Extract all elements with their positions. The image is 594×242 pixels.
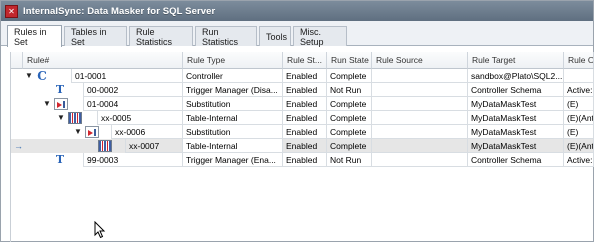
cell-run-state: Complete bbox=[327, 125, 372, 139]
cell-rule-number: xx-0005 bbox=[97, 111, 183, 125]
tab-rule-statistics[interactable]: Rule Statistics bbox=[129, 26, 193, 47]
table-row[interactable]: ▼ xx-0006 Substitution Enabled Complete … bbox=[11, 125, 594, 139]
cell-rule-number: 00-0002 bbox=[83, 83, 183, 97]
table-row[interactable]: T 99-0003 Trigger Manager (Ena... Enable… bbox=[11, 153, 594, 167]
cell-run-state: Complete bbox=[327, 69, 372, 83]
substitution-icon bbox=[54, 98, 68, 110]
cell-rule-number: xx-0006 bbox=[111, 125, 183, 139]
cell-rule-type: Substitution bbox=[183, 125, 283, 139]
cell-rule-target: MyDataMaskTest bbox=[468, 97, 564, 111]
cell-rule-target: MyDataMaskTest bbox=[468, 139, 564, 153]
cell-rule-status: Enabled bbox=[283, 97, 327, 111]
cell-run-state: Not Run bbox=[327, 153, 372, 167]
trigger-manager-icon: T bbox=[55, 153, 65, 166]
cell-rule-source bbox=[372, 69, 468, 83]
cell-rule-type: Table-Internal bbox=[183, 111, 283, 125]
cell-rule-target: Controller Schema bbox=[468, 153, 564, 167]
title-bar: ✕ InternalSync: Data Masker for SQL Serv… bbox=[1, 1, 593, 21]
cell-rule-target: MyDataMaskTest bbox=[468, 111, 564, 125]
cell-rule-source bbox=[372, 83, 468, 97]
cell-run-state: Complete bbox=[327, 111, 372, 125]
expand-collapse-icon[interactable]: ▼ bbox=[74, 125, 82, 139]
tab-rules-in-set[interactable]: Rules in Set bbox=[7, 25, 62, 47]
controller-icon: C bbox=[37, 69, 47, 83]
cell-rule-status: Enabled bbox=[283, 139, 327, 153]
rules-grid[interactable]: Rule# Rule Type Rule St... Run State Rul… bbox=[10, 52, 594, 242]
cell-rule-status: Enabled bbox=[283, 83, 327, 97]
app-icon: ✕ bbox=[5, 4, 18, 18]
table-internal-icon bbox=[98, 140, 112, 152]
cell-rule-source bbox=[372, 111, 468, 125]
cell-rule-target: Controller Schema bbox=[468, 83, 564, 97]
tab-label: Rules in Set bbox=[14, 26, 47, 47]
cell-rule-source bbox=[372, 125, 468, 139]
substitution-icon bbox=[85, 126, 99, 138]
header-gutter bbox=[11, 52, 23, 69]
cell-rule-source bbox=[372, 97, 468, 111]
cell-rule-status: Enabled bbox=[283, 125, 327, 139]
cell-rule-status: Enabled bbox=[283, 153, 327, 167]
cell-rule-type: Trigger Manager (Ena... bbox=[183, 153, 283, 167]
cell-rule-op: Active: bbox=[564, 153, 594, 167]
col-header-rule-source[interactable]: Rule Source bbox=[372, 52, 468, 69]
main-window: ✕ InternalSync: Data Masker for SQL Serv… bbox=[0, 0, 594, 242]
cell-rule-type: Trigger Manager (Disa... bbox=[183, 83, 283, 97]
cell-rule-target: sandbox@Plato\SQL2... bbox=[468, 69, 564, 83]
cell-run-state: Not Run bbox=[327, 83, 372, 97]
tab-run-statistics[interactable]: Run Statistics bbox=[195, 26, 257, 47]
tab-tables-in-set[interactable]: Tables in Set bbox=[64, 26, 127, 47]
cell-rule-source bbox=[372, 139, 468, 153]
col-header-rule-type[interactable]: Rule Type bbox=[183, 52, 283, 69]
cell-rule-source bbox=[372, 153, 468, 167]
tab-label: Tools bbox=[266, 31, 288, 42]
cell-rule-number: 01-0004 bbox=[83, 97, 183, 111]
expand-collapse-icon[interactable]: ▼ bbox=[25, 69, 33, 83]
cell-rule-target: MyDataMaskTest bbox=[468, 125, 564, 139]
tab-label: Tables in Set bbox=[71, 26, 107, 47]
cell-rule-type: Controller bbox=[183, 69, 283, 83]
cell-rule-number: 99-0003 bbox=[83, 153, 183, 167]
col-header-rule-target[interactable]: Rule Target bbox=[468, 52, 564, 69]
tab-tools[interactable]: Tools bbox=[259, 26, 291, 46]
col-header-rule-status[interactable]: Rule St... bbox=[283, 52, 327, 69]
expand-collapse-icon[interactable]: ▼ bbox=[57, 111, 65, 125]
tab-label: Misc. Setup bbox=[300, 26, 324, 47]
cell-run-state: Complete bbox=[327, 139, 372, 153]
cell-rule-op: (E)(Ant bbox=[564, 139, 594, 153]
cell-rule-op bbox=[564, 69, 594, 83]
tab-label: Rule Statistics bbox=[136, 26, 173, 47]
table-row-current[interactable]: → xx-0007 Table-Internal Enabled Complet… bbox=[11, 139, 594, 153]
col-header-rule-number[interactable]: Rule# bbox=[23, 52, 183, 69]
cell-rule-type[interactable]: Table-Internal bbox=[183, 139, 283, 153]
cell-rule-op: (E) bbox=[564, 125, 594, 139]
table-row[interactable]: ▼ 01-0004 Substitution Enabled Complete … bbox=[11, 97, 594, 111]
tab-bar: Rules in Set Tables in Set Rule Statisti… bbox=[1, 21, 593, 47]
table-row[interactable]: ▼ C 01-0001 Controller Enabled Complete … bbox=[11, 69, 594, 83]
current-row-arrow-icon: → bbox=[14, 141, 23, 151]
tab-misc-setup[interactable]: Misc. Setup bbox=[293, 26, 347, 47]
col-header-rule-op[interactable]: Rule Op bbox=[564, 52, 594, 69]
cell-rule-op: (E) bbox=[564, 97, 594, 111]
cell-rule-number: xx-0007 bbox=[125, 139, 183, 153]
cell-rule-number: 01-0001 bbox=[71, 69, 183, 83]
tab-label: Run Statistics bbox=[202, 26, 239, 47]
cell-rule-type: Substitution bbox=[183, 97, 283, 111]
window-title: InternalSync: Data Masker for SQL Server bbox=[23, 5, 216, 17]
table-row[interactable]: ▼ xx-0005 Table-Internal Enabled Complet… bbox=[11, 111, 594, 125]
expand-collapse-icon[interactable]: ▼ bbox=[43, 97, 51, 111]
cell-run-state: Complete bbox=[327, 97, 372, 111]
cell-rule-status: Enabled bbox=[283, 111, 327, 125]
cell-rule-op: (E)(Ant bbox=[564, 111, 594, 125]
cell-rule-op: Active: bbox=[564, 83, 594, 97]
table-internal-icon bbox=[68, 112, 82, 124]
col-header-run-state[interactable]: Run State bbox=[327, 52, 372, 69]
table-row[interactable]: T 00-0002 Trigger Manager (Disa... Enabl… bbox=[11, 83, 594, 97]
trigger-manager-icon: T bbox=[55, 83, 65, 96]
cell-rule-status: Enabled bbox=[283, 69, 327, 83]
